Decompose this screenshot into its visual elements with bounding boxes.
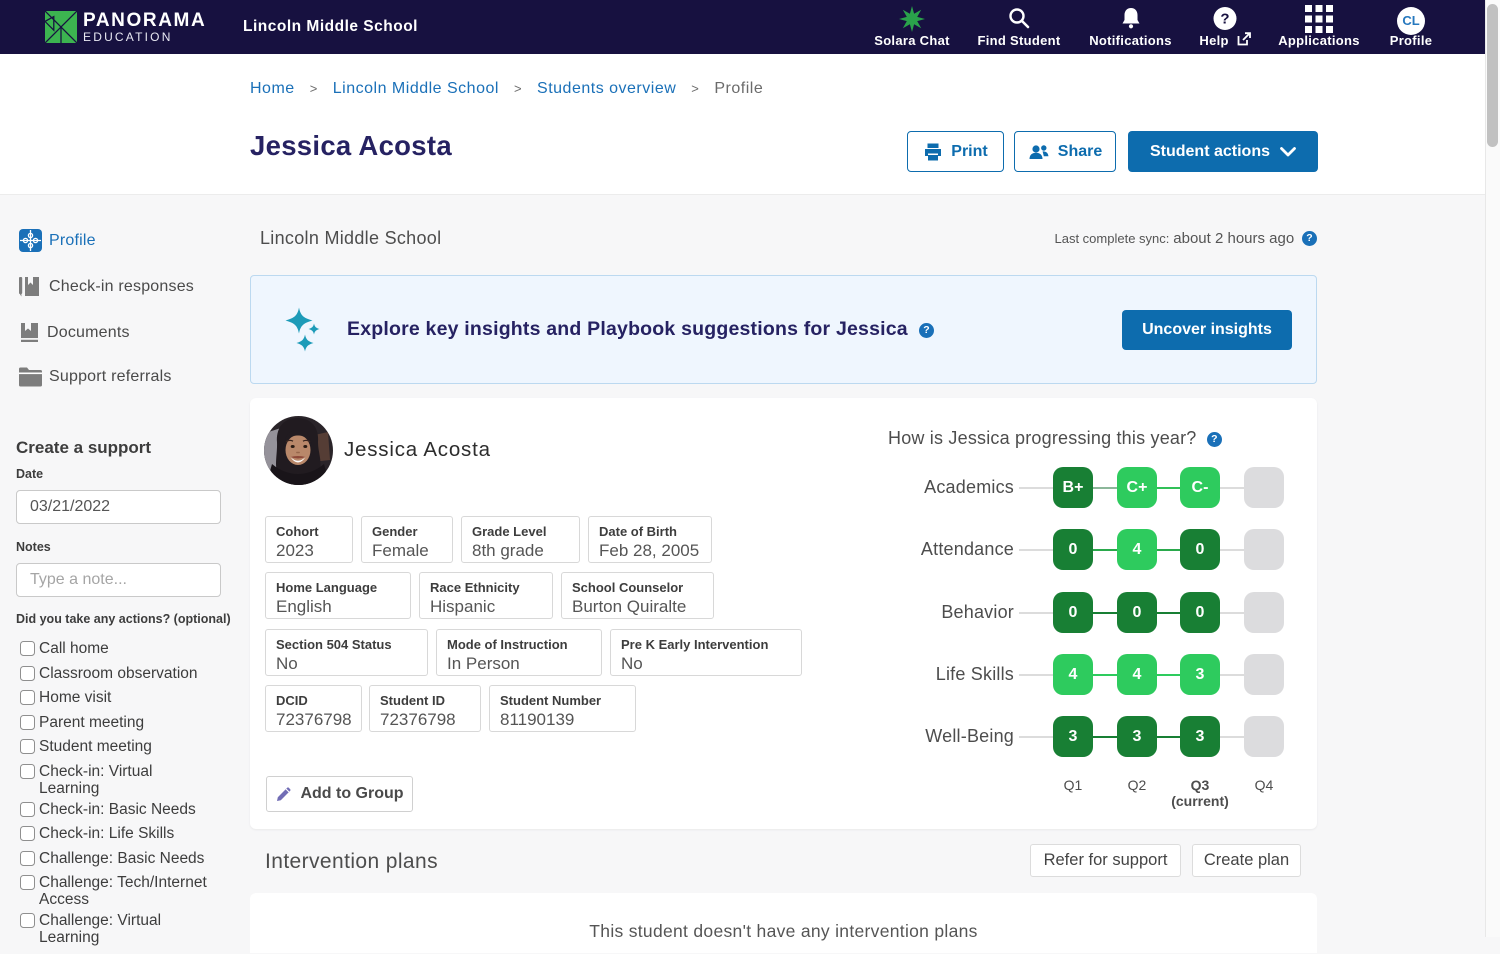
svg-text:?: ? xyxy=(1220,11,1229,28)
